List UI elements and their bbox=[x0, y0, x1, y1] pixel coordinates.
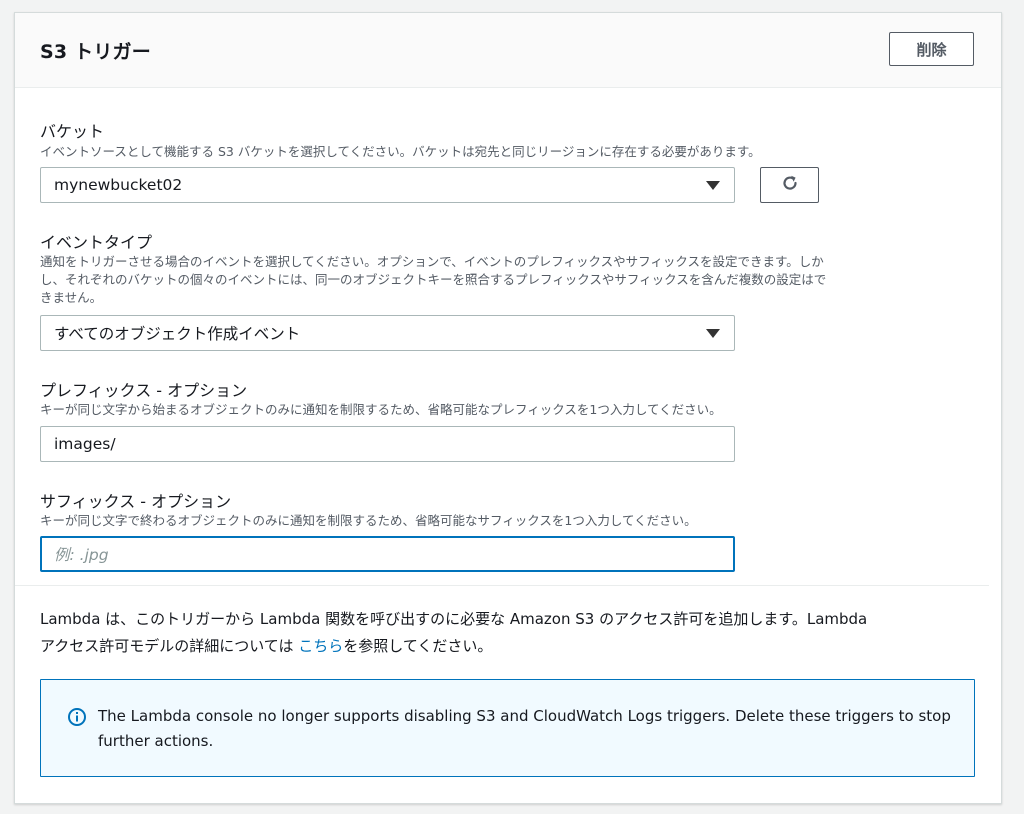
bucket-select-value: mynewbucket02 bbox=[54, 176, 183, 194]
suffix-input-placeholder: 例: .jpg bbox=[54, 546, 109, 564]
refresh-button[interactable] bbox=[760, 167, 819, 203]
permission-note-text: を参照してください。 bbox=[343, 637, 493, 655]
info-alert-text: The Lambda console no longer supports di… bbox=[98, 707, 951, 750]
suffix-input[interactable]: 例: .jpg bbox=[40, 536, 735, 572]
panel-title: S3 トリガー bbox=[40, 41, 151, 63]
details-link[interactable]: こちら bbox=[298, 637, 343, 655]
event-type-description: 通知をトリガーさせる場合のイベントを選択してください。オプションで、イベントのプ… bbox=[40, 253, 826, 307]
prefix-description: キーが同じ文字から始まるオブジェクトのみに通知を制限するため、省略可能なプレフィ… bbox=[40, 402, 722, 417]
permission-note-text: アクセス許可モデルの詳細については bbox=[40, 637, 299, 655]
s3-trigger-panel: S3 トリガー 削除 バケット イベントソースとして機能する S3 バケットを選… bbox=[14, 12, 1002, 804]
event-type-select[interactable]: すべてのオブジェクト作成イベント bbox=[40, 315, 735, 351]
prefix-label: プレフィックス - オプション bbox=[40, 381, 248, 400]
info-alert: The Lambda console no longer supports di… bbox=[40, 679, 975, 777]
permission-note-line2: アクセス許可モデルの詳細については こちらを参照してください。 bbox=[40, 633, 970, 660]
suffix-description: キーが同じ文字で終わるオブジェクトのみに通知を制限するため、省略可能なサフィック… bbox=[40, 513, 697, 528]
bucket-description: イベントソースとして機能する S3 バケットを選択してください。バケットは宛先と… bbox=[40, 144, 761, 159]
event-type-description-line: し、それぞれのバケットの個々のイベントには、同一のオブジェクトキーを照合するプレ… bbox=[40, 272, 827, 287]
event-type-label: イベントタイプ bbox=[40, 233, 153, 252]
delete-button[interactable]: 削除 bbox=[889, 32, 974, 66]
prefix-input-value: images/ bbox=[54, 435, 116, 453]
suffix-label: サフィックス - オプション bbox=[40, 492, 232, 511]
info-icon bbox=[67, 707, 87, 731]
panel-header: S3 トリガー 削除 bbox=[15, 13, 1001, 88]
caret-down-icon bbox=[706, 329, 720, 338]
divider bbox=[15, 585, 989, 586]
event-type-description-line: 通知をトリガーさせる場合のイベントを選択してください。オプションで、イベントのプ… bbox=[40, 254, 824, 269]
permission-note: Lambda は、このトリガーから Lambda 関数を呼び出すのに必要な Am… bbox=[40, 606, 970, 660]
bucket-select[interactable]: mynewbucket02 bbox=[40, 167, 735, 203]
permission-note-line1: Lambda は、このトリガーから Lambda 関数を呼び出すのに必要な Am… bbox=[40, 610, 868, 628]
prefix-input[interactable]: images/ bbox=[40, 426, 735, 462]
caret-down-icon bbox=[706, 181, 720, 190]
event-type-select-value: すべてのオブジェクト作成イベント bbox=[54, 325, 301, 343]
refresh-icon bbox=[780, 173, 800, 197]
bucket-label: バケット bbox=[40, 122, 105, 141]
event-type-description-line: きません。 bbox=[40, 290, 103, 305]
